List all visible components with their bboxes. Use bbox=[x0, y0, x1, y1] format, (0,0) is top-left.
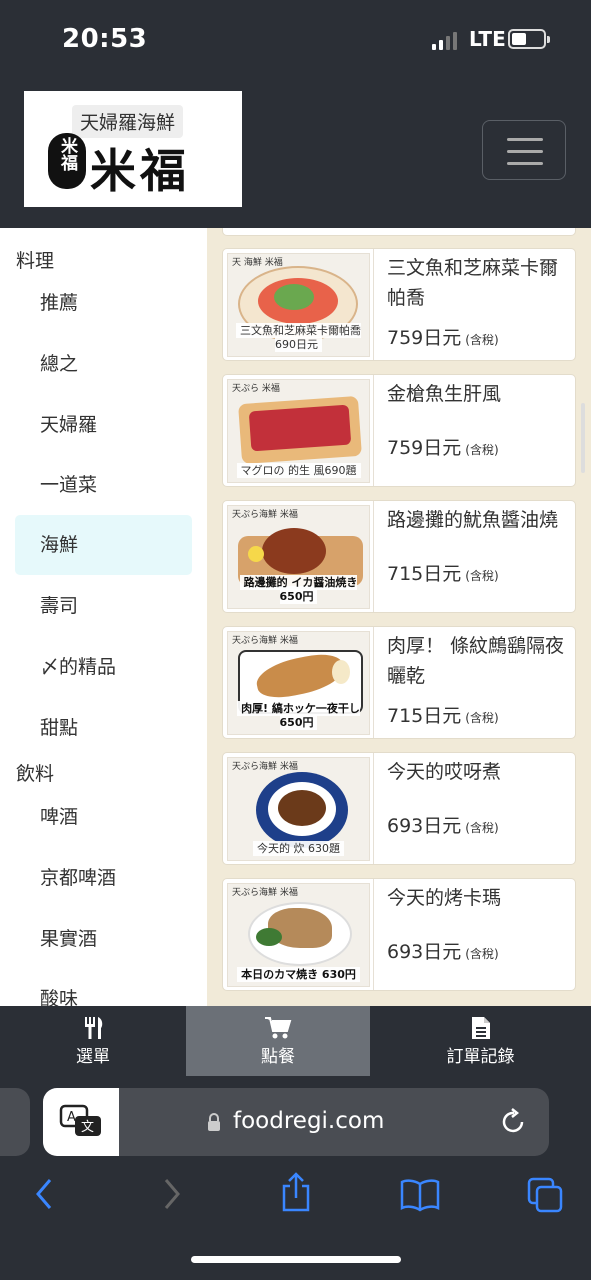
battery-icon bbox=[508, 29, 550, 49]
category-heading-drinks: 飲料 bbox=[16, 763, 55, 785]
menu-item-name: 今天的哎呀煮 bbox=[387, 761, 502, 783]
address-bar[interactable]: A 文 foodregi.com bbox=[43, 1088, 549, 1156]
menu-item-name: 路邊攤的魷魚醬油燒 bbox=[387, 509, 559, 531]
share-icon[interactable] bbox=[280, 1172, 312, 1212]
menu-item-photo: 天ぷら海鮮 米福 今天的 炊 630題 bbox=[227, 757, 370, 861]
sidebar-item-kyoto-beer[interactable]: 京都啤酒 bbox=[15, 848, 192, 908]
network-label: LTE bbox=[469, 27, 506, 51]
sidebar-item-dessert[interactable]: 甜點 bbox=[15, 698, 192, 758]
menu-item-price: 693日元 (含稅) bbox=[387, 815, 499, 837]
menu-item-photo: 天 海鮮 米福 三文魚和芝麻菜卡爾帕喬 690日元 bbox=[227, 253, 370, 357]
signal-icon bbox=[432, 30, 457, 50]
site-header: 天婦羅海鮮 米福 米福 bbox=[0, 80, 591, 228]
reload-icon[interactable] bbox=[501, 1108, 527, 1136]
category-sidebar: 料理 推薦 總之 天婦羅 一道菜 海鮮 壽司 〆的精品 甜點 飲料 啤酒 京都啤… bbox=[0, 228, 207, 1006]
svg-text:文: 文 bbox=[81, 1120, 94, 1135]
hamburger-menu-button[interactable] bbox=[482, 120, 566, 180]
logo-title: 米福 bbox=[90, 144, 190, 198]
main-content: 料理 推薦 總之 天婦羅 一道菜 海鮮 壽司 〆的精品 甜點 飲料 啤酒 京都啤… bbox=[0, 228, 591, 1006]
restaurant-logo[interactable]: 天婦羅海鮮 米福 米福 bbox=[24, 91, 242, 207]
menu-item-squid[interactable]: 天ぷら海鮮 米福 路邊攤的 イカ醤油焼き 650円 路邊攤的魷魚醬油燒 715日… bbox=[222, 500, 576, 613]
logo-subtitle: 天婦羅海鮮 bbox=[72, 105, 184, 138]
previous-tab[interactable] bbox=[0, 1088, 30, 1156]
lock-icon bbox=[208, 1113, 220, 1131]
menu-item-name: 三文魚和芝麻菜卡爾帕喬 bbox=[387, 257, 559, 309]
menu-item-photo: 天ぷら海鮮 米福 本日のカマ焼き 630円 bbox=[227, 883, 370, 987]
menu-item-price: 759日元 (含稅) bbox=[387, 327, 499, 349]
tabs-icon[interactable] bbox=[526, 1176, 564, 1214]
home-indicator bbox=[191, 1256, 401, 1263]
previous-menu-item[interactable] bbox=[222, 228, 576, 236]
menu-item-salmon-carpaccio[interactable]: 天 海鮮 米福 三文魚和芝麻菜卡爾帕喬 690日元 三文魚和芝麻菜卡爾帕喬 75… bbox=[222, 248, 576, 361]
sidebar-item-recommended[interactable]: 推薦 bbox=[15, 273, 192, 333]
sidebar-item-side-dish[interactable]: 一道菜 bbox=[15, 455, 192, 515]
menu-item-photo: 天ぷら 米福 マグロの 的生 風690題 bbox=[227, 379, 370, 483]
menu-item-name: 金槍魚生肝風 bbox=[387, 383, 502, 405]
sidebar-item-tempura[interactable]: 天婦羅 bbox=[15, 395, 192, 455]
translate-icon[interactable]: A 文 bbox=[43, 1088, 119, 1156]
sidebar-item-seafood[interactable]: 海鮮 bbox=[15, 515, 192, 575]
utensils-icon bbox=[85, 1017, 103, 1039]
menu-item-ara-ni[interactable]: 天ぷら海鮮 米福 今天的 炊 630題 今天的哎呀煮 693日元 (含稅) bbox=[222, 752, 576, 865]
sidebar-item-starter[interactable]: 總之 bbox=[15, 334, 192, 394]
sidebar-item-beer[interactable]: 啤酒 bbox=[15, 787, 192, 847]
url-text: foodregi.com bbox=[233, 1108, 385, 1134]
menu-item-name: 今天的烤卡瑪 bbox=[387, 887, 502, 909]
menu-item-kama-yaki[interactable]: 天ぷら海鮮 米福 本日のカマ焼き 630円 今天的烤卡瑪 693日元 (含稅) bbox=[222, 878, 576, 991]
menu-item-hokke[interactable]: 天ぷら海鮮 米福 肉厚! 縞ホッケ一夜干し 650円 肉厚！ 條紋鷓鷂隔夜曬乾 … bbox=[222, 626, 576, 739]
cart-icon bbox=[265, 1017, 292, 1039]
bottom-nav: 選單 點餐 訂單記錄 bbox=[0, 1006, 591, 1076]
menu-item-price: 759日元 (含稅) bbox=[387, 437, 499, 459]
back-icon[interactable] bbox=[32, 1176, 56, 1212]
nav-menu-button[interactable]: 選單 bbox=[0, 1006, 186, 1076]
sidebar-item-shime[interactable]: 〆的精品 bbox=[15, 637, 192, 697]
nav-order-button[interactable]: 點餐 bbox=[186, 1006, 370, 1076]
menu-item-name: 肉厚！ 條紋鷓鷂隔夜曬乾 bbox=[387, 635, 565, 687]
logo-seal: 米福 bbox=[48, 133, 86, 189]
bookmarks-icon[interactable] bbox=[400, 1176, 440, 1212]
menu-item-price: 693日元 (含稅) bbox=[387, 941, 499, 963]
category-heading-food: 料理 bbox=[16, 250, 55, 272]
status-time: 20:53 bbox=[62, 24, 148, 54]
svg-text:A: A bbox=[67, 1110, 76, 1125]
document-icon bbox=[471, 1017, 490, 1039]
nav-order-history-button[interactable]: 訂單記錄 bbox=[370, 1006, 591, 1076]
browser-toolbar: A 文 foodregi.com bbox=[0, 1076, 591, 1280]
menu-item-price: 715日元 (含稅) bbox=[387, 563, 499, 585]
menu-item-price: 715日元 (含稅) bbox=[387, 705, 499, 727]
sidebar-item-sour[interactable]: 酸味 bbox=[15, 969, 192, 1006]
sidebar-item-fruit-liquor[interactable]: 果實酒 bbox=[15, 909, 192, 969]
status-bar: 20:53 LTE bbox=[0, 0, 591, 80]
scrollbar[interactable] bbox=[581, 403, 585, 473]
menu-item-tuna[interactable]: 天ぷら 米福 マグロの 的生 風690題 金槍魚生肝風 759日元 (含稅) bbox=[222, 374, 576, 487]
menu-item-photo: 天ぷら海鮮 米福 肉厚! 縞ホッケ一夜干し 650円 bbox=[227, 631, 370, 735]
menu-item-photo: 天ぷら海鮮 米福 路邊攤的 イカ醤油焼き 650円 bbox=[227, 505, 370, 609]
forward-icon[interactable] bbox=[160, 1176, 184, 1212]
sidebar-item-sushi[interactable]: 壽司 bbox=[15, 576, 192, 636]
